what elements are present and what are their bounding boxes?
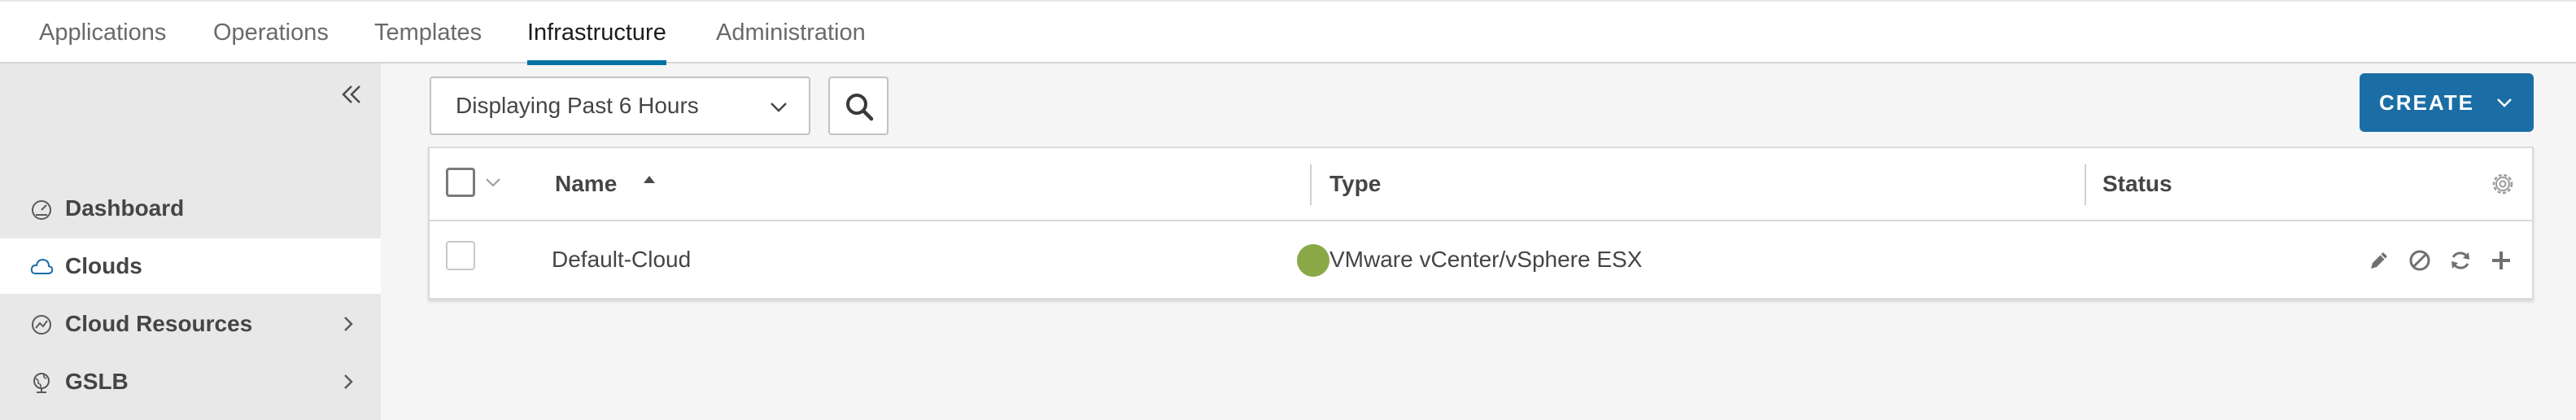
chevron-down-icon[interactable] bbox=[482, 171, 504, 194]
cloud-type: VMware vCenter/vSphere ESX bbox=[1329, 247, 1643, 272]
chevron-down-icon bbox=[2493, 91, 2516, 114]
sidebar-item-clouds[interactable]: Clouds bbox=[0, 238, 381, 294]
dashboard-icon bbox=[29, 197, 54, 221]
refresh-icon[interactable] bbox=[2447, 247, 2473, 273]
create-button[interactable]: CREATE bbox=[2360, 73, 2534, 132]
table-row[interactable]: Default-Cloud VMware vCenter/vSphere ESX bbox=[430, 221, 2532, 298]
tab-operations[interactable]: Operations bbox=[213, 2, 329, 63]
gear-icon[interactable] bbox=[2488, 169, 2517, 199]
top-navigation: Applications Operations Templates Infras… bbox=[0, 0, 2576, 65]
status-indicator bbox=[1297, 244, 1329, 277]
tab-templates[interactable]: Templates bbox=[374, 2, 482, 63]
column-resize-handle[interactable] bbox=[2085, 164, 2086, 205]
add-icon[interactable] bbox=[2488, 247, 2514, 273]
sidebar-item-label: Dashboard bbox=[65, 195, 185, 221]
cloud-icon bbox=[29, 255, 54, 279]
column-header-status[interactable]: Status bbox=[2102, 148, 2172, 220]
chevron-down-icon bbox=[766, 94, 791, 119]
chevron-right-icon bbox=[337, 313, 360, 335]
tab-administration[interactable]: Administration bbox=[716, 2, 866, 63]
globe-icon bbox=[29, 370, 54, 395]
sidebar-item-gslb[interactable]: GSLB bbox=[0, 354, 381, 409]
tab-infrastructure[interactable]: Infrastructure bbox=[527, 2, 666, 65]
search-button[interactable] bbox=[828, 77, 889, 135]
cloud-resources-icon bbox=[29, 313, 54, 337]
sidebar-item-cloud-resources[interactable]: Cloud Resources bbox=[0, 296, 381, 352]
select-all-checkbox[interactable] bbox=[446, 168, 475, 197]
search-icon bbox=[846, 94, 874, 121]
column-header-name[interactable]: Name bbox=[555, 148, 617, 220]
sidebar-item-label: GSLB bbox=[65, 369, 129, 394]
cloud-name: Default-Cloud bbox=[552, 247, 692, 272]
time-range-select[interactable]: Displaying Past 6 Hours bbox=[430, 77, 810, 135]
clouds-table: Name Type Status Default-Cloud VMware vC… bbox=[428, 147, 2534, 300]
tab-applications[interactable]: Applications bbox=[39, 2, 166, 63]
column-resize-handle[interactable] bbox=[1310, 164, 1312, 205]
column-header-type[interactable]: Type bbox=[1329, 148, 1381, 220]
time-range-label: Displaying Past 6 Hours bbox=[456, 93, 699, 118]
sort-ascending-icon[interactable] bbox=[640, 171, 659, 190]
row-checkbox[interactable] bbox=[446, 241, 475, 270]
edit-icon[interactable] bbox=[2366, 247, 2392, 273]
sidebar: Dashboard Clouds Cloud Resources GSLB bbox=[0, 63, 381, 420]
table-header: Name Type Status bbox=[430, 148, 2532, 221]
sidebar-item-label: Clouds bbox=[65, 253, 142, 278]
sidebar-item-label: Cloud Resources bbox=[65, 311, 253, 336]
double-chevron-left-icon bbox=[342, 85, 360, 103]
create-button-label: CREATE bbox=[2379, 90, 2474, 115]
sidebar-item-dashboard[interactable]: Dashboard bbox=[0, 181, 381, 236]
disable-icon[interactable] bbox=[2407, 247, 2433, 273]
collapse-sidebar-button[interactable] bbox=[335, 78, 368, 111]
chevron-right-icon bbox=[337, 370, 360, 393]
